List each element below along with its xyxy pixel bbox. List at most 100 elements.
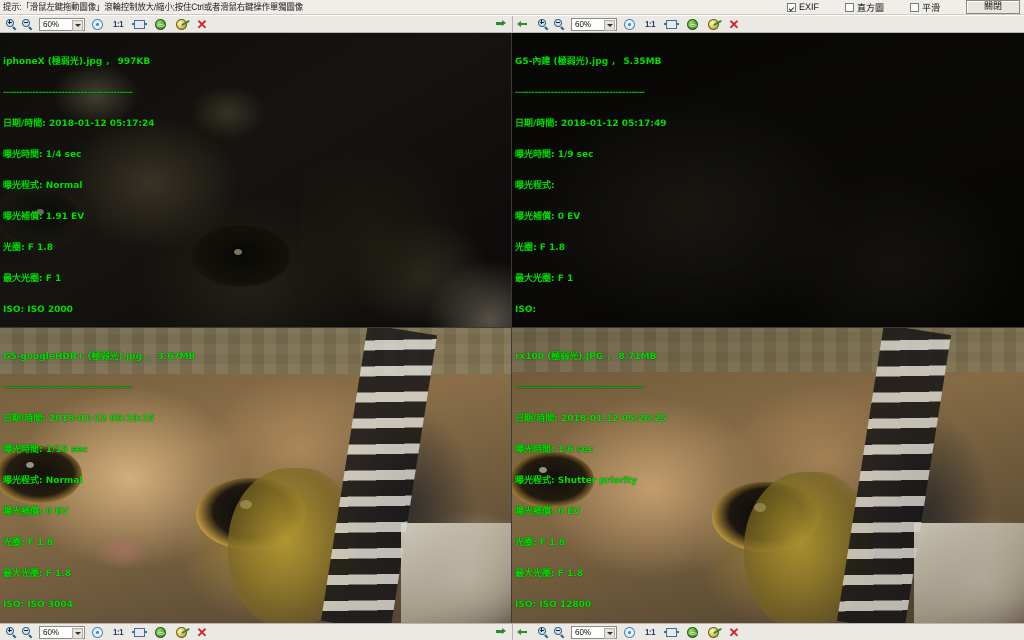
toolbar-left-pane: 60% 1:1 ✕ [0, 16, 512, 32]
smooth-checkbox[interactable]: 平滑 [909, 1, 940, 14]
zoom-level-select[interactable]: 60% [571, 625, 617, 639]
exif-field-aperture: 光圈: F 1.8 [3, 242, 53, 253]
actual-size-button[interactable]: 1:1 [642, 625, 658, 639]
exif-field-datetime: 日期/時間: 2018-01-12 05:17:24 [3, 118, 155, 129]
zoom-level-value: 60% [43, 19, 60, 29]
hint-text: 提示:「滑鼠左鍵拖動圖像」滾輪控制放大/縮小;按住Ctrl或者滑鼠右鍵操作單獨圖… [2, 1, 303, 12]
exif-field-max-aperture: 最大光圈: F 1.8 [515, 568, 583, 579]
actual-size-label: 1:1 [644, 19, 656, 29]
fit-to-window-icon[interactable] [89, 17, 105, 31]
toolbar-right-tools-bottom: 60% 1:1 ✕ [532, 625, 742, 639]
exif-field-datetime: 日期/時間: 2018-01-12 05:17:49 [515, 118, 667, 129]
exif-checkbox[interactable]: EXIF [786, 2, 819, 12]
exif-title: iphoneX (極弱光).jpg ， 997KB [3, 56, 151, 67]
close-window-button[interactable]: 關閉 [966, 0, 1020, 14]
zoom-level-value: 60% [575, 627, 592, 637]
web-green-icon[interactable] [684, 625, 700, 639]
exif-overlay-3: G5-googleHDR+ (極弱光).jpg ， 3.67MB -------… [3, 331, 195, 623]
histogram-checkbox-label: 直方圖 [856, 2, 884, 13]
image-pane-4[interactable]: rx100 (極弱光).JPG ， 8.71MB ---------------… [512, 328, 1024, 623]
exif-field-exposure-program: 曝光程式: [515, 180, 555, 191]
exif-field-aperture: 光圈: F 1.8 [3, 537, 53, 548]
exif-field-exposure-program: 曝光程式: Normal [3, 180, 83, 191]
fit-width-icon[interactable] [131, 17, 147, 31]
chevron-down-icon[interactable] [72, 627, 83, 639]
fit-width-icon[interactable] [131, 625, 147, 639]
smooth-checkbox-label: 平滑 [921, 2, 940, 13]
image-grid: iphoneX (極弱光).jpg ， 997KB --------------… [0, 33, 1024, 623]
toolbar-right-tools: 60% 1:1 ✕ [532, 17, 742, 31]
green-arrow-left-icon[interactable] [513, 19, 532, 30]
photo-detail [401, 523, 511, 623]
chevron-down-icon[interactable] [72, 19, 83, 31]
actual-size-label: 1:1 [112, 627, 124, 637]
bottom-toolbar: 60% 1:1 ✕ 60% 1:1 ✕ [0, 623, 1024, 640]
zoom-in-icon[interactable] [551, 17, 567, 31]
zoom-level-select[interactable]: 60% [39, 17, 85, 31]
histogram-checkbox[interactable]: 直方圖 [844, 1, 884, 14]
image-compare-window: 提示:「滑鼠左鍵拖動圖像」滾輪控制放大/縮小;按住Ctrl或者滑鼠右鍵操作單獨圖… [0, 0, 1024, 640]
actual-size-button[interactable]: 1:1 [642, 17, 658, 31]
web-yellow-icon[interactable] [705, 625, 721, 639]
web-yellow-icon[interactable] [173, 625, 189, 639]
checkbox-box-smooth[interactable] [909, 2, 919, 12]
exif-title: G5-googleHDR+ (極弱光).jpg ， 3.67MB [3, 351, 196, 362]
close-red-x-icon[interactable]: ✕ [726, 17, 742, 31]
exif-field-iso: ISO: ISO 2000 [3, 304, 73, 315]
exif-field-exposure-bias: 曝光補償: 0 EV [515, 506, 581, 517]
exif-checkbox-label: EXIF [798, 2, 819, 12]
photo-detail [914, 523, 1024, 623]
close-red-x-icon[interactable]: ✕ [194, 17, 210, 31]
toolbar-right-pane: 60% 1:1 ✕ [512, 16, 1024, 32]
image-pane-2[interactable]: G5-內建 (極弱光).jpg ， 5.35MB ---------------… [512, 33, 1024, 328]
web-yellow-icon[interactable] [705, 17, 721, 31]
fit-to-window-icon[interactable] [621, 17, 637, 31]
exif-rule: ---------------------------------------- [515, 87, 645, 98]
photo-detail [192, 225, 290, 287]
green-arrow-right-icon[interactable] [495, 626, 506, 637]
web-green-icon[interactable] [152, 17, 168, 31]
exif-rule: ---------------------------------------- [515, 382, 645, 393]
fit-width-icon[interactable] [663, 625, 679, 639]
image-pane-3[interactable]: G5-googleHDR+ (極弱光).jpg ， 3.67MB -------… [0, 328, 512, 623]
exif-title: G5-內建 (極弱光).jpg ， 5.35MB [515, 56, 662, 67]
web-green-icon[interactable] [152, 625, 168, 639]
toolbar-left-pane-bottom: 60% 1:1 ✕ [0, 624, 512, 640]
exif-field-max-aperture: 最大光圈: F 1.8 [3, 568, 71, 579]
image-pane-1[interactable]: iphoneX (極弱光).jpg ， 997KB --------------… [0, 33, 512, 328]
actual-size-button[interactable]: 1:1 [110, 17, 126, 31]
zoom-out-icon[interactable] [535, 17, 551, 31]
exif-title: rx100 (極弱光).JPG ， 8.71MB [515, 351, 657, 362]
web-green-icon[interactable] [684, 17, 700, 31]
exif-field-iso: ISO: ISO 3004 [3, 599, 73, 610]
zoom-in-icon[interactable] [19, 625, 35, 639]
options-group: EXIF 直方圖 平滑 關閉 [786, 0, 1020, 14]
actual-size-button[interactable]: 1:1 [110, 625, 126, 639]
chevron-down-icon[interactable] [604, 627, 615, 639]
chevron-down-icon[interactable] [604, 19, 615, 31]
exif-field-exposure-program: 曝光程式: Shutter priority [515, 475, 638, 486]
zoom-out-icon[interactable] [3, 17, 19, 31]
exif-field-aperture: 光圈: F 1.8 [515, 242, 565, 253]
exif-field-max-aperture: 最大光圈: F 1 [3, 273, 62, 284]
zoom-out-icon[interactable] [535, 625, 551, 639]
toolbar-left-tools-bottom: 60% 1:1 ✕ [0, 625, 210, 639]
web-yellow-icon[interactable] [173, 17, 189, 31]
zoom-level-select[interactable]: 60% [39, 625, 85, 639]
fit-to-window-icon[interactable] [89, 625, 105, 639]
fit-width-icon[interactable] [663, 17, 679, 31]
close-red-x-icon[interactable]: ✕ [726, 625, 742, 639]
close-red-x-icon[interactable]: ✕ [194, 625, 210, 639]
green-arrow-left-icon[interactable] [513, 627, 532, 638]
zoom-out-icon[interactable] [3, 625, 19, 639]
exif-overlay-2: G5-內建 (極弱光).jpg ， 5.35MB ---------------… [515, 36, 686, 327]
checkbox-box-exif[interactable] [786, 2, 796, 12]
checkbox-box-histogram[interactable] [844, 2, 854, 12]
zoom-in-icon[interactable] [551, 625, 567, 639]
zoom-level-select[interactable]: 60% [571, 17, 617, 31]
green-arrow-right-icon[interactable] [495, 18, 506, 29]
zoom-in-icon[interactable] [19, 17, 35, 31]
top-toolbar: 60% 1:1 ✕ 60% 1:1 ✕ [0, 15, 1024, 33]
toolbar-right-pane-bottom: 60% 1:1 ✕ [512, 624, 1024, 640]
fit-to-window-icon[interactable] [621, 625, 637, 639]
